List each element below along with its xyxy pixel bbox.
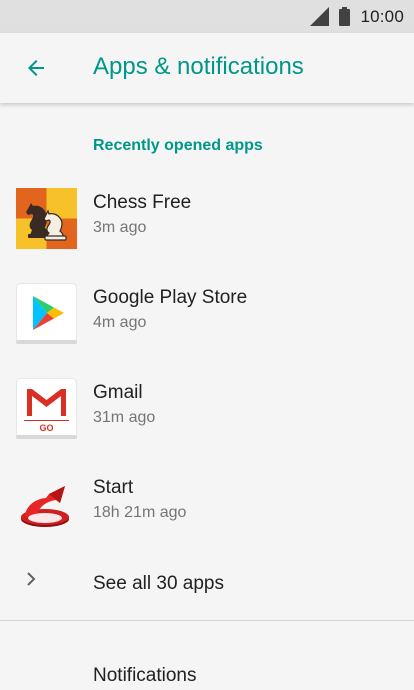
gmail-go-badge: GO (39, 423, 53, 433)
recent-app-google-play-store[interactable]: Google Play Store 4m ago (0, 266, 414, 361)
battery-icon (339, 7, 351, 26)
app-last-opened: 3m ago (93, 219, 147, 236)
gmail-go-icon: GO (16, 378, 77, 439)
status-bar: 10:00 (0, 0, 414, 33)
app-name: Gmail (93, 382, 143, 403)
app-bar: Apps & notifications (0, 33, 414, 103)
back-button[interactable] (14, 46, 58, 90)
notifications-setting[interactable]: Notifications (0, 621, 414, 690)
see-all-apps-button[interactable]: See all 30 apps (0, 546, 414, 616)
recent-app-start[interactable]: Start 18h 21m ago (0, 456, 414, 551)
chess-free-icon (16, 188, 77, 249)
status-indicators: 10:00 (310, 0, 404, 33)
app-last-opened: 31m ago (93, 409, 156, 426)
recent-apps-header: Recently opened apps (93, 137, 263, 154)
app-last-opened: 4m ago (93, 314, 147, 331)
settings-content: Recently opened apps Chess Free 3m ago G… (0, 103, 414, 690)
status-clock: 10:00 (360, 6, 404, 26)
recent-app-gmail[interactable]: GO Gmail 31m ago (0, 361, 414, 456)
signal-icon (310, 7, 330, 26)
app-name: Start (93, 477, 134, 498)
page-title: Apps & notifications (93, 53, 304, 80)
app-name: Google Play Store (93, 287, 248, 308)
see-all-apps-label: See all 30 apps (93, 573, 224, 594)
app-name: Chess Free (93, 192, 192, 213)
play-store-icon (16, 283, 77, 344)
chevron-right-icon (27, 572, 36, 586)
start-icon (21, 486, 69, 527)
app-last-opened: 18h 21m ago (93, 504, 187, 521)
settings-screen: 10:00 Apps & notifications Recently open… (0, 0, 414, 690)
arrow-back-icon (28, 60, 44, 76)
recent-app-chess-free[interactable]: Chess Free 3m ago (0, 171, 414, 266)
notifications-label: Notifications (93, 665, 197, 686)
